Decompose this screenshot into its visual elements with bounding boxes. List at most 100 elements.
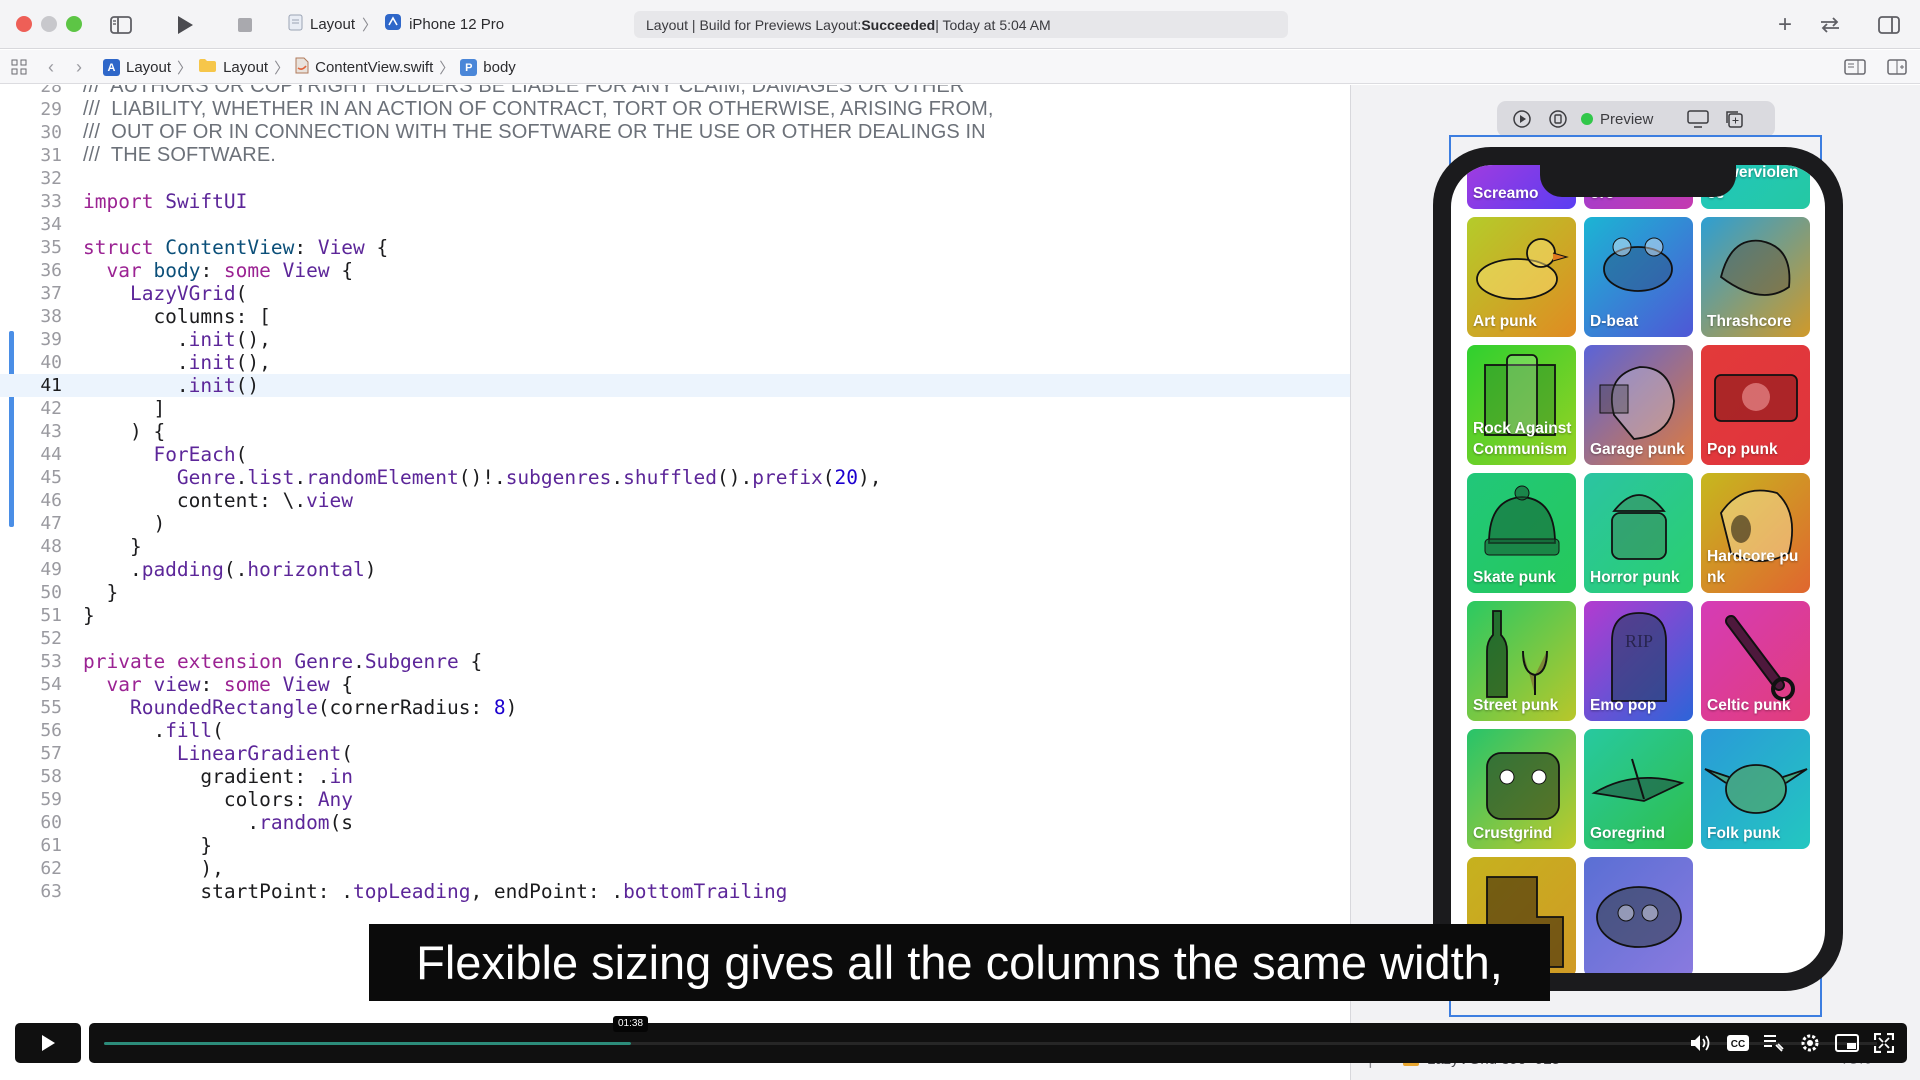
line-number: 45 xyxy=(40,467,62,488)
add-plus-icon[interactable]: + xyxy=(1772,11,1798,38)
code-text: gradient: .in xyxy=(83,765,354,788)
code-line[interactable]: 58 gradient: .in xyxy=(0,765,1350,788)
code-line[interactable]: 36 var body: some View { xyxy=(0,259,1350,282)
code-line[interactable]: 56 .fill( xyxy=(0,719,1350,742)
line-number: 55 xyxy=(40,697,62,718)
code-line[interactable]: 42 ] xyxy=(0,397,1350,420)
code-line[interactable]: 55 RoundedRectangle(cornerRadius: 8) xyxy=(0,696,1350,719)
run-play-icon[interactable] xyxy=(172,12,198,38)
code-line[interactable]: 61 } xyxy=(0,834,1350,857)
video-progress-fill[interactable] xyxy=(104,1042,631,1045)
code-line[interactable]: 50 } xyxy=(0,581,1350,604)
genre-tile: Rock Against Communism xyxy=(1467,345,1576,465)
code-line[interactable]: 47 ) xyxy=(0,512,1350,535)
code-text: /// THE SOFTWARE. xyxy=(83,144,276,166)
breadcrumb-file-label: ContentView.swift xyxy=(315,59,434,76)
code-text: .fill( xyxy=(83,719,224,742)
code-text: var body: some View { xyxy=(106,259,354,282)
code-line[interactable]: 40 .init(), xyxy=(0,351,1350,374)
genre-tile-label: D-beat xyxy=(1590,313,1639,330)
genre-tile: RIP Emo pop xyxy=(1584,601,1693,721)
line-number: 41 xyxy=(40,375,62,396)
code-text: .init() xyxy=(83,374,260,397)
code-text: import SwiftUI xyxy=(83,190,248,213)
genre-tile-label: Pop punk xyxy=(1707,441,1778,458)
code-line[interactable]: 53 private extension Genre.Subgenre { xyxy=(0,650,1350,673)
video-play-button[interactable] xyxy=(15,1023,81,1063)
breadcrumb-file[interactable]: ContentView.swift xyxy=(295,57,433,78)
line-number: 40 xyxy=(40,352,62,373)
genre-tile-label: Celtic punk xyxy=(1707,697,1791,714)
code-line[interactable]: 49 .padding(.horizontal) xyxy=(0,558,1350,581)
scheme-selector[interactable]: Layout 〉 iPhone 12 Pro xyxy=(288,13,504,35)
line-number: 28 xyxy=(40,85,62,97)
volume-icon[interactable] xyxy=(1688,1031,1714,1055)
code-line[interactable]: 54 var view: some View { xyxy=(0,673,1350,696)
code-line[interactable]: 28 /// AUTHORS OR COPYRIGHT HOLDERS BE LI… xyxy=(0,85,1350,98)
code-line[interactable]: 34 xyxy=(0,213,1350,236)
code-line[interactable]: 59 colors: Any xyxy=(0,788,1350,811)
inspect-preview-icon[interactable] xyxy=(1545,106,1571,132)
code-line[interactable]: 29 /// LIABILITY, WHETHER IN AN ACTION OF… xyxy=(0,98,1350,121)
code-line[interactable]: 38 columns: [ xyxy=(0,305,1350,328)
scheme-device-label: iPhone 12 Pro xyxy=(409,15,505,33)
genre-tile: Art punk xyxy=(1467,217,1576,337)
genre-tile: Thrashcore xyxy=(1701,217,1810,337)
code-line[interactable]: 60 .random(s xyxy=(0,811,1350,834)
live-preview-icon[interactable] xyxy=(1509,106,1535,132)
inspector-toggle-icon[interactable] xyxy=(1876,12,1902,38)
code-line[interactable]: 30 /// OUT OF OR IN CONNECTION WITH THE S… xyxy=(0,121,1350,144)
stop-icon[interactable] xyxy=(232,12,258,38)
code-line[interactable]: 57 LinearGradient( xyxy=(0,742,1350,765)
related-items-grid-icon[interactable] xyxy=(6,54,32,80)
code-line[interactable]: 48 } xyxy=(0,535,1350,558)
code-line[interactable]: 35 struct ContentView: View { xyxy=(0,236,1350,259)
breadcrumb-project[interactable]: A Layout xyxy=(103,59,171,76)
svg-text:CC: CC xyxy=(1731,1039,1745,1050)
code-text: .init(), xyxy=(83,351,271,374)
navigator-toggle-icon[interactable] xyxy=(108,12,134,38)
code-line[interactable]: 37 LazyVGrid( xyxy=(0,282,1350,305)
code-line[interactable]: 62 ), xyxy=(0,857,1350,880)
minimize-window-button[interactable] xyxy=(41,16,57,32)
genre-tile-label: Rock Against Communism xyxy=(1473,420,1572,458)
line-number: 43 xyxy=(40,421,62,442)
code-review-arrows-icon[interactable] xyxy=(1817,12,1843,38)
settings-gear-icon[interactable] xyxy=(1797,1031,1823,1055)
status-result: Succeeded xyxy=(861,16,936,33)
code-line[interactable]: 45 Genre.list.randomElement()!.subgenres… xyxy=(0,466,1350,489)
code-line[interactable]: 32 xyxy=(0,167,1350,190)
fullscreen-icon[interactable] xyxy=(1871,1031,1897,1055)
code-line[interactable]: 52 xyxy=(0,627,1350,650)
folder-icon xyxy=(198,58,217,77)
transcript-icon[interactable] xyxy=(1760,1031,1786,1055)
line-number: 42 xyxy=(40,398,62,419)
breadcrumb-symbol[interactable]: P body xyxy=(460,59,516,76)
preview-toolbar: Preview xyxy=(1497,101,1775,137)
line-number: 62 xyxy=(40,858,62,879)
code-line[interactable]: 41 .init() xyxy=(0,374,1350,397)
close-window-button[interactable] xyxy=(16,16,32,32)
forward-chevron-icon[interactable]: › xyxy=(66,54,92,80)
code-line[interactable]: 43 ) { xyxy=(0,420,1350,443)
add-editor-icon[interactable] xyxy=(1884,54,1910,80)
code-line[interactable]: 31 /// THE SOFTWARE. xyxy=(0,144,1350,167)
line-number: 30 xyxy=(40,122,62,143)
duplicate-preview-icon[interactable] xyxy=(1721,106,1747,132)
closed-captions-icon[interactable]: CC xyxy=(1725,1031,1751,1055)
code-line[interactable]: 63 startPoint: .topLeading, endPoint: .b… xyxy=(0,880,1350,903)
line-number: 48 xyxy=(40,536,62,557)
code-line[interactable]: 44 ForEach( xyxy=(0,443,1350,466)
breadcrumb-folder[interactable]: Layout xyxy=(198,58,268,77)
code-line[interactable]: 46 content: \.view xyxy=(0,489,1350,512)
code-line[interactable]: 51} xyxy=(0,604,1350,627)
editor-options-icon[interactable] xyxy=(1842,54,1868,80)
device-settings-icon[interactable] xyxy=(1685,106,1711,132)
code-line[interactable]: 33 import SwiftUI xyxy=(0,190,1350,213)
code-line[interactable]: 39 .init(), xyxy=(0,328,1350,351)
back-chevron-icon[interactable]: ‹ xyxy=(38,54,64,80)
chevron-right-icon: 〉 xyxy=(362,16,378,34)
zoom-window-button[interactable] xyxy=(66,16,82,32)
picture-in-picture-icon[interactable] xyxy=(1834,1031,1860,1055)
line-number: 63 xyxy=(40,881,62,902)
